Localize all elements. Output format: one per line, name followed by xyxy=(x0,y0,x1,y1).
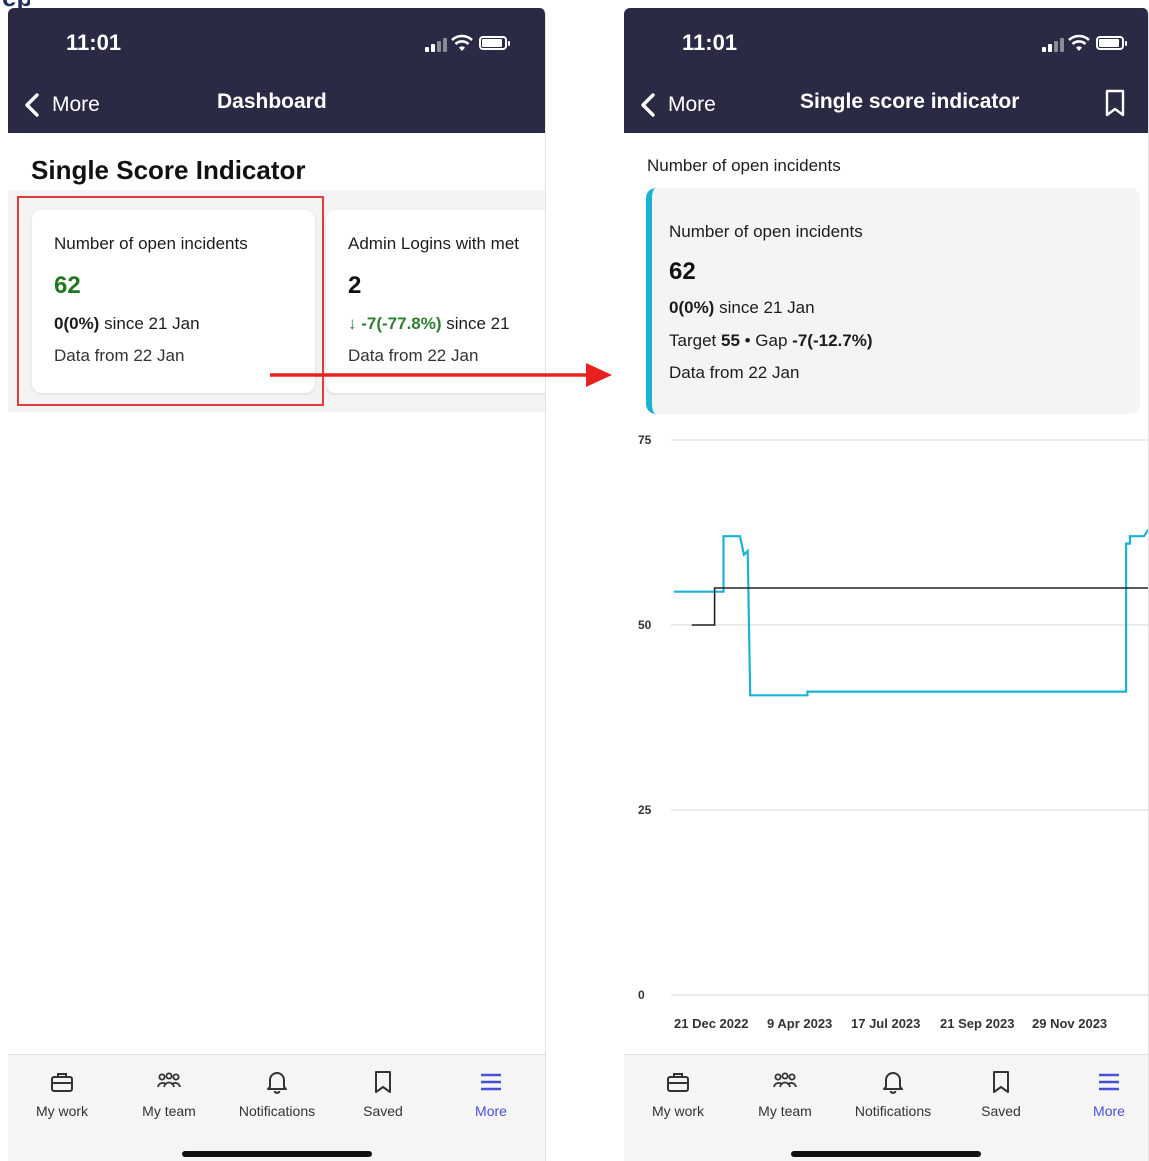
gap-prefix: • Gap xyxy=(739,331,793,350)
briefcase-icon xyxy=(51,1073,73,1092)
target-value: 55 xyxy=(720,331,740,350)
delta-since: since 21 Jan xyxy=(714,298,815,317)
delta-value: 0(0%) xyxy=(669,298,715,317)
briefcase-icon xyxy=(667,1073,689,1092)
bookmark-icon[interactable] xyxy=(1104,88,1126,118)
wifi-icon xyxy=(1068,34,1090,51)
x-tick-label: 29 Nov 2023 xyxy=(1032,1016,1107,1031)
page-title: Single score indicator xyxy=(800,90,1020,113)
signal-icon xyxy=(425,38,449,52)
delta-value: ↓ -7(-77.8%) xyxy=(348,314,442,333)
arrow-right-icon xyxy=(270,363,612,387)
detail-data-date: Data from 22 Jan xyxy=(669,363,800,382)
tab-my-team[interactable]: My team xyxy=(117,1069,221,1129)
tab-label: More xyxy=(475,1103,507,1119)
series-line-target xyxy=(691,587,1148,626)
x-tick-label: 9 Apr 2023 xyxy=(767,1016,832,1031)
chevron-left-icon xyxy=(641,93,655,117)
tab-saved[interactable]: Saved xyxy=(949,1069,1053,1129)
back-label: More xyxy=(52,93,100,116)
tab-label: Saved xyxy=(363,1103,403,1119)
tab-saved[interactable]: Saved xyxy=(331,1069,435,1129)
back-label: More xyxy=(668,93,716,116)
section-title: Single Score Indicator xyxy=(31,155,306,185)
x-tick-label: 21 Sep 2023 xyxy=(940,1016,1014,1031)
bell-icon xyxy=(267,1072,287,1094)
battery-icon xyxy=(1096,36,1127,50)
tab-label: Notifications xyxy=(238,1103,316,1119)
wifi-icon xyxy=(451,34,473,51)
y-tick-label: 25 xyxy=(638,803,652,817)
indicator-label: Number of open incidents xyxy=(647,156,841,175)
detail-target-gap: Target 55 • Gap -7(-12.7%) xyxy=(669,331,872,351)
detail-title: Number of open incidents xyxy=(669,222,863,241)
tab-more[interactable]: More xyxy=(439,1069,543,1129)
gap-value: -7(-12.7%) xyxy=(792,331,873,350)
y-tick-label: 0 xyxy=(638,988,645,1002)
battery-icon xyxy=(479,36,510,50)
detail-screen: 11:01 More Single score indicator Number… xyxy=(624,8,1149,1161)
status-icons xyxy=(1034,34,1127,52)
indicator-detail-card: Number of open incidents 62 0(0%) since … xyxy=(646,188,1140,414)
tab-label: More xyxy=(1093,1103,1125,1119)
comparison-page: ep 11:01 More Dashboard Single Score Ind… xyxy=(0,0,1149,1161)
tab-label: My team xyxy=(142,1103,196,1119)
y-tick-label: 75 xyxy=(638,433,652,447)
corner-decoration: ep xyxy=(0,0,30,8)
tab-label: Notifications xyxy=(854,1103,932,1119)
bottom-tab-bar: My work My team Notifications Saved More xyxy=(624,1054,1148,1161)
nav-bar: More Dashboard xyxy=(8,76,545,133)
menu-icon xyxy=(1099,1073,1119,1091)
detail-value: 62 xyxy=(669,258,696,285)
home-indicator[interactable] xyxy=(791,1151,981,1157)
status-time: 11:01 xyxy=(66,30,122,55)
bell-icon xyxy=(883,1072,903,1094)
trend-line-chart: 0 25 50 75 21 Dec 2022 9 Apr 2023 17 Jul 2023 2… xyxy=(638,433,1148,1031)
card-delta: ↓ -7(-77.8%) since 21 xyxy=(348,314,510,334)
series-line-actual xyxy=(674,528,1148,697)
status-bar: 11:01 xyxy=(624,8,1148,76)
back-button[interactable]: More xyxy=(636,90,716,120)
x-tick-label: 21 Dec 2022 xyxy=(674,1016,748,1031)
card-title: Admin Logins with met xyxy=(348,234,520,253)
page-title: Dashboard xyxy=(217,90,327,113)
signal-icon xyxy=(1042,38,1066,52)
tab-label: My work xyxy=(651,1103,705,1119)
tab-label: My work xyxy=(35,1103,89,1119)
tab-notifications[interactable]: Notifications xyxy=(225,1069,329,1129)
team-icon xyxy=(157,1072,181,1088)
bookmark-icon xyxy=(993,1071,1009,1093)
tab-my-work[interactable]: My work xyxy=(626,1069,730,1129)
tab-notifications[interactable]: Notifications xyxy=(841,1069,945,1129)
bottom-tab-bar: My work My team Notifications Saved More xyxy=(8,1054,545,1161)
tab-label: My team xyxy=(758,1103,812,1119)
delta-since: since 21 xyxy=(441,314,510,333)
card-value: 2 xyxy=(348,272,362,299)
home-indicator[interactable] xyxy=(181,1151,372,1157)
status-icons xyxy=(417,34,510,52)
tab-my-work[interactable]: My work xyxy=(10,1069,114,1129)
chevron-left-icon xyxy=(25,93,39,117)
nav-bar: More Single score indicator xyxy=(624,76,1148,133)
tab-my-team[interactable]: My team xyxy=(733,1069,837,1129)
dashboard-screen: 11:01 More Dashboard Single Score Indica… xyxy=(8,8,546,1161)
status-time: 11:01 xyxy=(682,30,738,55)
back-button[interactable]: More xyxy=(20,90,100,120)
detail-delta: 0(0%) since 21 Jan xyxy=(669,298,815,318)
target-prefix: Target xyxy=(669,331,721,350)
team-icon xyxy=(773,1072,797,1088)
status-bar: 11:01 xyxy=(8,8,545,76)
y-tick-label: 50 xyxy=(638,618,652,632)
tab-label: Saved xyxy=(981,1103,1021,1119)
tab-more[interactable]: More xyxy=(1057,1069,1148,1129)
bookmark-icon xyxy=(375,1071,391,1093)
menu-icon xyxy=(481,1073,501,1091)
x-tick-label: 17 Jul 2023 xyxy=(851,1016,920,1031)
